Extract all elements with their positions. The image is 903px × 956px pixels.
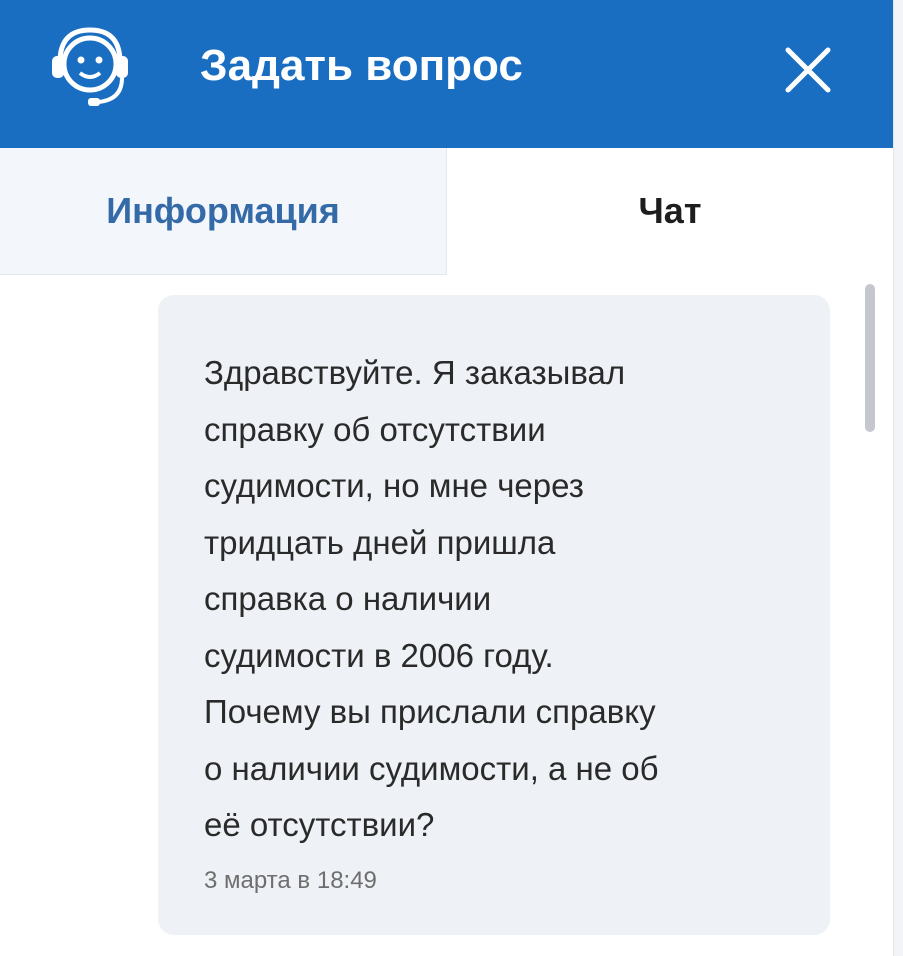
message-timestamp: 3 марта в 18:49 [204,867,377,894]
message-text: Здравствуйте. Я заказывал справку об отс… [204,345,804,854]
tab-information[interactable]: Информация [0,148,447,275]
message-line: справка о наличии [204,580,492,617]
close-icon[interactable] [776,38,840,102]
message-line: справку об отсутствии [204,410,546,448]
message-line: тридцать дней пришла [204,523,556,561]
scrollbar-thumb[interactable] [865,284,875,432]
chat-messages-area: Здравствуйте. Я заказывал справку об отс… [0,275,893,956]
message-bubble: Здравствуйте. Я заказывал справку об отс… [158,295,830,935]
message-line: Почему вы прислали справку [204,693,656,730]
headset-operator-icon [52,27,128,106]
tab-chat[interactable]: Чат [447,148,893,274]
chat-header: Задать вопрос [0,0,893,148]
dialog-title: Задать вопрос [200,41,523,90]
message-line: судимости в 2006 году. [204,636,554,674]
message-line: судимости, но мне через [204,467,584,504]
message-line: её отсутствии? [204,806,435,843]
window-edge [893,0,903,956]
message-line: о наличии судимости, а не об [204,749,659,787]
message-line: Здравствуйте. Я заказывал [204,354,626,391]
